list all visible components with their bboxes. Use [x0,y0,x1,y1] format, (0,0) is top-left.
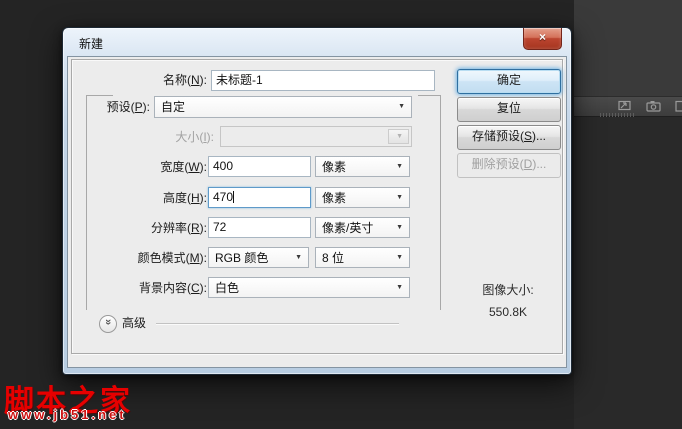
workspace-panel-bottom [574,117,682,429]
chevron-down-icon: ▼ [396,223,403,231]
chevron-double-down-icon: » [102,319,114,326]
advanced-expand-button[interactable]: » [99,315,117,333]
width-input[interactable]: 400 [208,156,311,177]
camera-icon[interactable] [646,100,661,112]
workspace-panel-top [574,0,682,96]
height-label: 高度(H): [162,191,207,205]
watermark-site-url: www.jb51.net [8,407,127,422]
preset-select[interactable]: 自定 ▼ [154,96,412,118]
preset-label: 预设(P): [106,100,150,114]
height-unit-select[interactable]: 像素 ▼ [315,187,410,208]
save-preset-button[interactable]: 存储预设(S)... [457,125,561,150]
chevron-down-icon: ▼ [396,253,403,261]
size-label: 大小(I): [175,130,214,144]
background-contents-label: 背景内容(C): [138,281,207,295]
advanced-label[interactable]: 高级 [122,315,146,331]
resolution-unit-select[interactable]: 像素/英寸 ▼ [315,217,410,238]
group-bracket-top-left [86,95,113,96]
delete-preset-button: 删除预设(D)... [457,153,561,178]
background-contents-select[interactable]: 白色 ▼ [208,277,410,298]
height-input[interactable]: 470 [208,187,311,208]
new-document-dialog: 新建 × 名称(N): 未标题-1 预设(P): 自定 ▼ 大小(I): ▼ 宽度… [62,27,572,375]
width-unit-select[interactable]: 像素 ▼ [315,156,410,177]
name-input[interactable]: 未标题-1 [211,70,435,91]
text-caret [233,191,235,203]
chevron-down-icon: ▼ [396,193,403,201]
image-size-label: 图像大小: [482,283,534,297]
group-bracket-top-right [418,95,441,96]
bit-depth-select[interactable]: 8 位 ▼ [315,247,410,268]
color-mode-select[interactable]: RGB 颜色 ▼ [208,247,309,268]
close-button[interactable]: × [523,28,562,50]
dialog-client-area: 名称(N): 未标题-1 预设(P): 自定 ▼ 大小(I): ▼ 宽度(W): … [67,56,567,368]
close-icon: × [538,30,546,44]
ok-button[interactable]: 确定 [457,69,561,94]
advanced-divider [156,323,399,324]
chevron-down-icon: ▼ [396,283,403,291]
reset-button[interactable]: 复位 [457,97,561,122]
image-size-value: 550.8K [488,305,528,319]
width-label: 宽度(W): [160,160,207,174]
size-select: ▼ [220,126,412,147]
chevron-down-icon: ▼ [396,132,403,140]
dialog-titlebar[interactable]: 新建 × [63,28,571,56]
clipboard-icon[interactable] [675,100,682,112]
chevron-down-icon: ▼ [398,103,405,110]
resolution-label: 分辨率(R): [150,221,207,235]
group-bracket-right [440,95,441,310]
chevron-down-icon: ▼ [295,253,302,261]
dialog-title: 新建 [79,37,104,51]
color-mode-label: 颜色模式(M): [137,251,207,265]
mini-bridge-icon[interactable] [618,100,632,112]
name-label: 名称(N): [162,73,207,87]
resolution-input[interactable]: 72 [208,217,311,238]
chevron-down-icon: ▼ [396,162,403,170]
